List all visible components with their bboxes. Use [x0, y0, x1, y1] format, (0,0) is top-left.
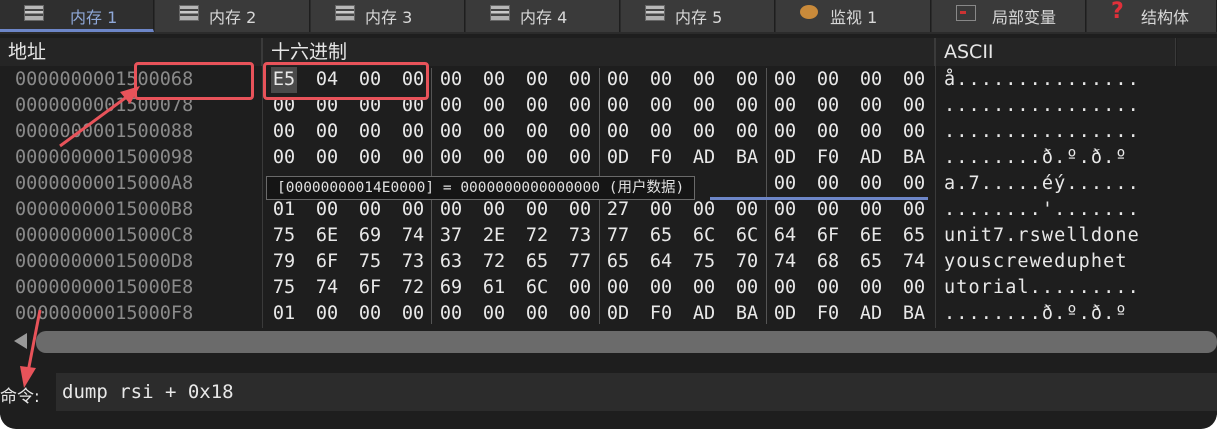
- memory-dump-window: 内存 1 内存 2 内存 3 内存 4 内存 5 监视 1 局部变量? 结构体 地址 十六进制…: [0, 0, 1217, 429]
- annotation-arrowhead-down: [20, 366, 36, 388]
- annotation-arrow-up: [59, 94, 129, 148]
- annotation-arrows: [20, 86, 140, 388]
- annotation-arrow-down: [26, 309, 42, 373]
